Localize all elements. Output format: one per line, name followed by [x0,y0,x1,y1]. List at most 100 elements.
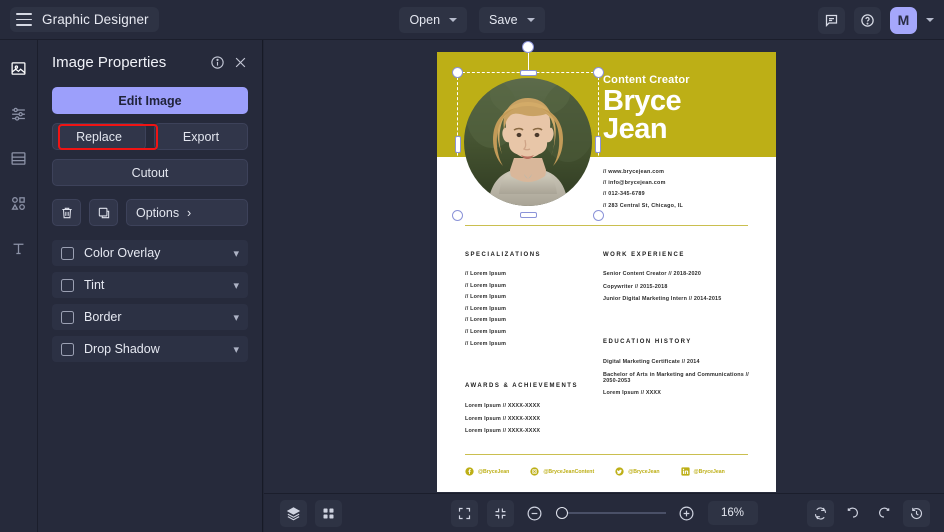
social-handle: @BryceJean [628,469,659,475]
export-button[interactable]: Export [154,123,248,150]
section-title-work-experience: WORK EXPERIENCE [603,252,685,258]
zoom-out-icon[interactable] [523,501,547,525]
undo-icon[interactable] [841,501,865,525]
avatar[interactable]: M [890,7,917,34]
tool-rail [0,40,38,532]
social-instagram[interactable]: @BryceJeanContent [530,467,594,476]
list-item: // Lorem Ipsum [465,271,595,277]
avatar-chevron-down-icon[interactable] [926,18,934,22]
trash-icon[interactable] [52,199,81,226]
border-checkbox[interactable] [61,311,74,324]
social-linkedin[interactable]: @BryceJean [681,467,725,476]
social-handle: @BryceJeanContent [543,469,594,475]
accordion-drop-shadow[interactable]: Drop Shadow ▾ [52,336,248,362]
work-experience-list: Senior Content Creator // 2018-2020 Copy… [603,271,763,309]
color-overlay-checkbox[interactable] [61,247,74,260]
top-bar-right: M [818,0,934,40]
chevron-down-icon[interactable]: ▾ [233,247,239,260]
zoom-slider[interactable] [556,507,666,519]
list-item: Senior Content Creator // 2018-2020 [603,271,763,277]
chevron-down-icon [449,18,457,22]
info-icon[interactable] [210,55,225,70]
app-title: Graphic Designer [42,12,149,27]
zoom-level-value[interactable]: 16% [708,501,758,525]
save-button[interactable]: Save [479,7,545,33]
list-item: Lorem Ipsum // XXXX-XXXX [465,416,610,422]
bottom-bar: 16% [264,493,944,532]
resume-document[interactable]: Content Creator Bryce Jean // www.brycej… [437,52,776,492]
sync-icon[interactable] [807,500,834,527]
panel-header: Image Properties [52,54,248,71]
document-contact-list: // www.brycejean.com // info@brycejean.c… [603,169,763,214]
education-list: Digital Marketing Certificate // 2014 Ba… [603,359,763,403]
history-icon[interactable] [903,500,930,527]
section-title-education: EDUCATION HISTORY [603,339,692,345]
contact-item: // info@brycejean.com [603,180,763,186]
social-twitter[interactable]: @BryceJean [615,467,659,476]
chevron-down-icon[interactable]: ▾ [233,343,239,356]
social-facebook[interactable]: @BryceJean [465,467,509,476]
divider-bottom [465,454,748,455]
chevron-down-icon[interactable]: ▾ [233,311,239,324]
edit-image-button[interactable]: Edit Image [52,87,248,114]
list-item: Lorem Ipsum // XXXX-XXXX [465,428,610,434]
cutout-button[interactable]: Cutout [52,159,248,186]
layers-icon[interactable] [280,500,307,527]
rail-item-shapes[interactable] [6,191,31,216]
drop-shadow-checkbox[interactable] [61,343,74,356]
rail-item-adjust[interactable] [6,101,31,126]
accordion-border[interactable]: Border ▾ [52,304,248,330]
accordion-tint[interactable]: Tint ▾ [52,272,248,298]
accordion-label: Tint [84,278,233,292]
replace-button[interactable]: Replace [52,123,146,150]
contact-item: // www.brycejean.com [603,169,763,175]
options-button[interactable]: Options › [126,199,248,226]
contract-icon[interactable] [487,500,514,527]
panel-title: Image Properties [52,54,202,71]
social-links: @BryceJean @BryceJeanContent @Bryce [465,467,725,476]
redo-icon[interactable] [872,501,896,525]
document-name-line1: Bryce [603,88,681,116]
bottom-bar-right [807,500,930,527]
rail-item-image[interactable] [6,56,31,81]
list-item: // Lorem Ipsum [465,341,595,347]
profile-photo[interactable] [464,78,592,206]
resize-handle-bottom-left[interactable] [452,210,463,221]
accordion-color-overlay[interactable]: Color Overlay ▾ [52,240,248,266]
rail-item-layout[interactable] [6,146,31,171]
replace-export-row: Replace Export [52,123,248,150]
tint-checkbox[interactable] [61,279,74,292]
duplicate-icon[interactable] [89,199,118,226]
bottom-bar-left [280,500,342,527]
grid-icon[interactable] [315,500,342,527]
rail-item-text[interactable] [6,236,31,261]
social-handle: @BryceJean [694,469,725,475]
accordion-label: Drop Shadow [84,342,233,356]
list-item: // Lorem Ipsum [465,283,595,289]
document-name: Bryce Jean [603,88,681,143]
list-item: // Lorem Ipsum [465,329,595,335]
section-title-awards: AWARDS & ACHIEVEMENTS [465,383,578,389]
list-item: // Lorem Ipsum [465,317,595,323]
options-label: Options [136,206,187,220]
comment-icon[interactable] [818,7,845,34]
resize-handle-bottom[interactable] [520,212,537,218]
canvas-area[interactable]: Content Creator Bryce Jean // www.brycej… [264,40,944,493]
help-circle-icon[interactable] [854,7,881,34]
contact-item: // 012-345-6789 [603,191,763,197]
open-label: Open [409,13,440,27]
close-icon[interactable] [233,55,248,70]
menu-title-group[interactable]: Graphic Designer [10,7,159,32]
social-handle: @BryceJean [478,469,509,475]
zoom-in-icon[interactable] [675,501,699,525]
zoom-slider-knob[interactable] [556,507,568,519]
zoom-slider-track[interactable] [568,512,666,514]
open-button[interactable]: Open [399,7,467,33]
hamburger-icon[interactable] [16,13,32,26]
accordion-label: Border [84,310,233,324]
chevron-down-icon[interactable]: ▾ [233,279,239,292]
expand-icon[interactable] [451,500,478,527]
twitter-icon [615,467,624,476]
save-label: Save [489,13,518,27]
list-item: Lorem Ipsum // XXXX [603,390,763,396]
